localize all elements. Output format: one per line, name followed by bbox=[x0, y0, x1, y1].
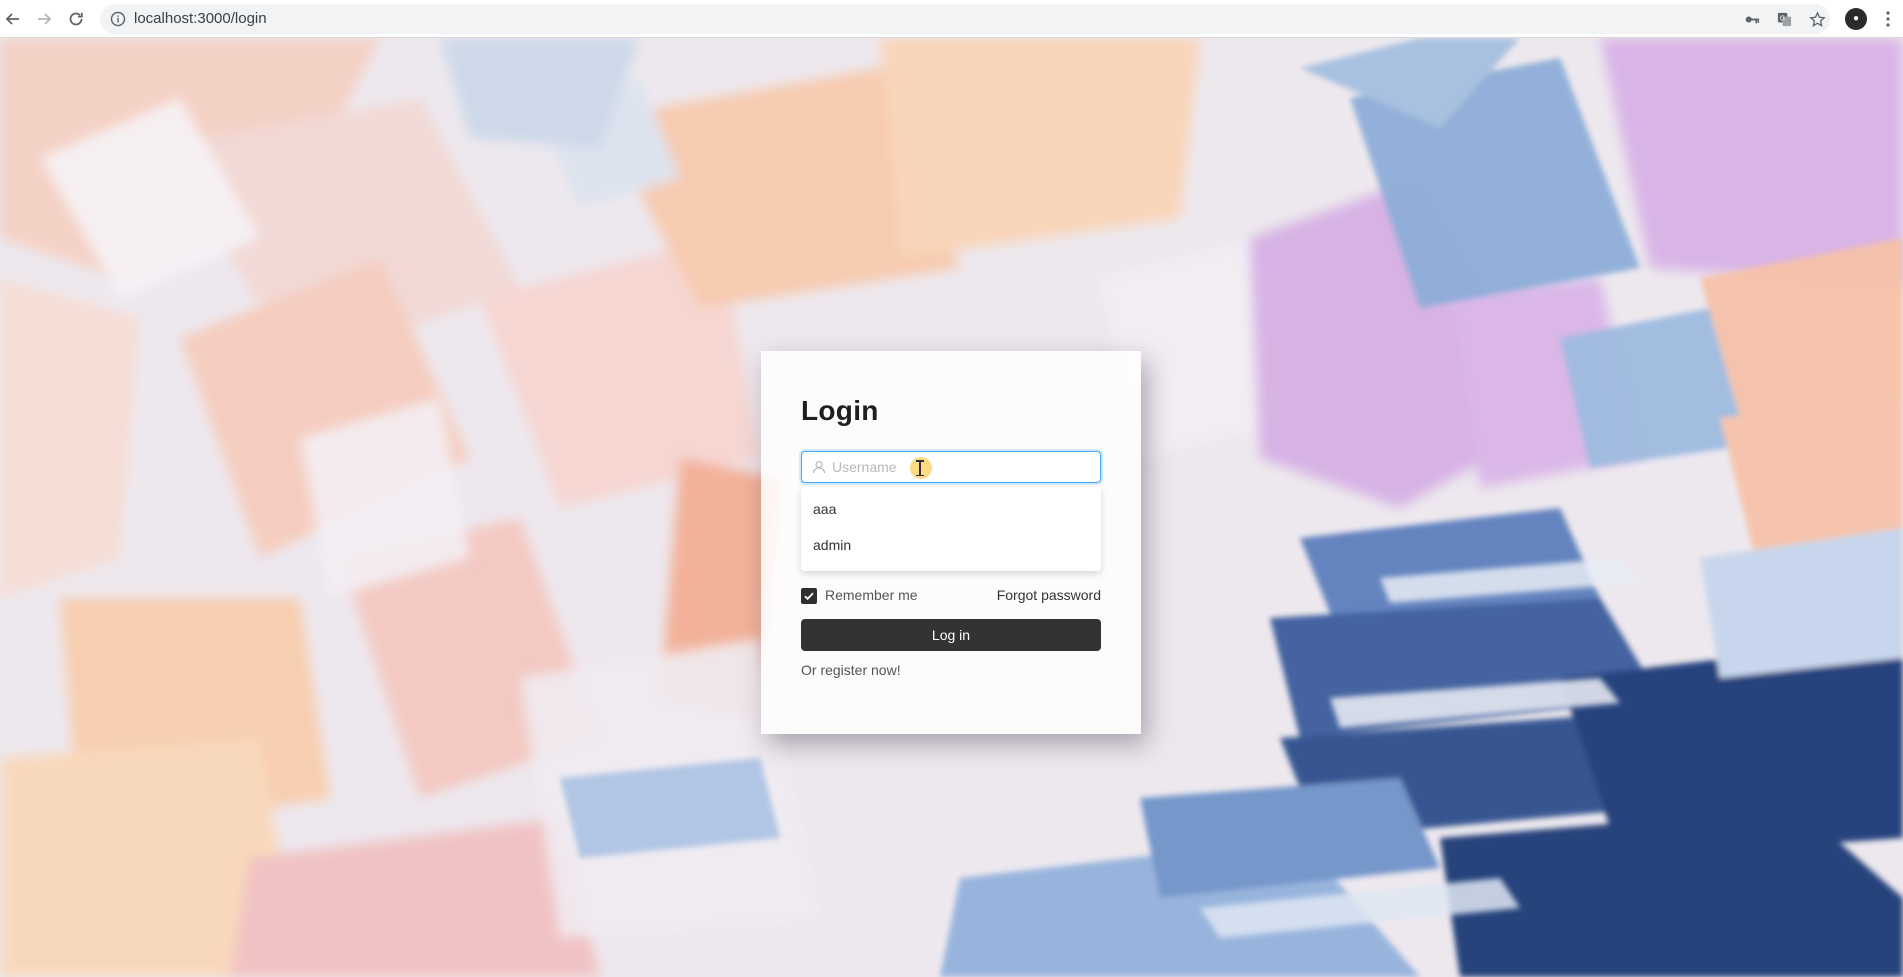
browser-toolbar: localhost:3000/login G ● bbox=[0, 0, 1903, 38]
username-input[interactable] bbox=[832, 452, 1092, 482]
info-icon[interactable] bbox=[110, 11, 126, 27]
username-field[interactable] bbox=[801, 451, 1101, 483]
login-card: Login aaa admin Remember me Forgot passw… bbox=[761, 351, 1141, 734]
address-bar[interactable]: localhost:3000/login bbox=[100, 4, 1830, 34]
remember-checkbox[interactable] bbox=[801, 588, 817, 604]
check-icon bbox=[804, 592, 814, 601]
url-text[interactable]: localhost:3000/login bbox=[134, 4, 267, 34]
autocomplete-dropdown: aaa admin bbox=[801, 487, 1101, 571]
key-icon bbox=[1745, 15, 1759, 23]
reload-button[interactable] bbox=[63, 6, 89, 32]
register-link[interactable]: Or register now! bbox=[801, 662, 901, 678]
login-button[interactable]: Log in bbox=[801, 619, 1101, 651]
bookmark-button[interactable] bbox=[1804, 6, 1830, 32]
arrow-left-icon bbox=[5, 13, 19, 25]
translate-icon: G bbox=[1777, 12, 1791, 26]
autocomplete-option[interactable]: aaa bbox=[801, 491, 1101, 527]
remember-row: Remember me Forgot password bbox=[801, 585, 1101, 607]
profile-avatar[interactable]: ● bbox=[1845, 8, 1867, 30]
text-cursor-icon bbox=[916, 460, 924, 476]
arrow-right-icon bbox=[38, 13, 52, 25]
kebab-menu-icon bbox=[1886, 11, 1890, 27]
reload-icon bbox=[69, 12, 83, 26]
svg-text:G: G bbox=[1779, 14, 1784, 22]
password-key-button[interactable] bbox=[1739, 6, 1765, 32]
autocomplete-option[interactable]: admin bbox=[801, 527, 1101, 563]
back-button[interactable] bbox=[0, 6, 26, 32]
star-icon bbox=[1808, 10, 1826, 27]
remember-label[interactable]: Remember me bbox=[825, 587, 918, 603]
translate-button[interactable]: G bbox=[1771, 6, 1797, 32]
forward-button[interactable] bbox=[31, 6, 57, 32]
mouse-cursor-indicator bbox=[910, 457, 932, 479]
user-icon bbox=[812, 460, 826, 474]
login-title: Login bbox=[801, 395, 879, 426]
browser-menu-button[interactable] bbox=[1880, 7, 1896, 31]
forgot-password-link[interactable]: Forgot password bbox=[997, 587, 1101, 603]
